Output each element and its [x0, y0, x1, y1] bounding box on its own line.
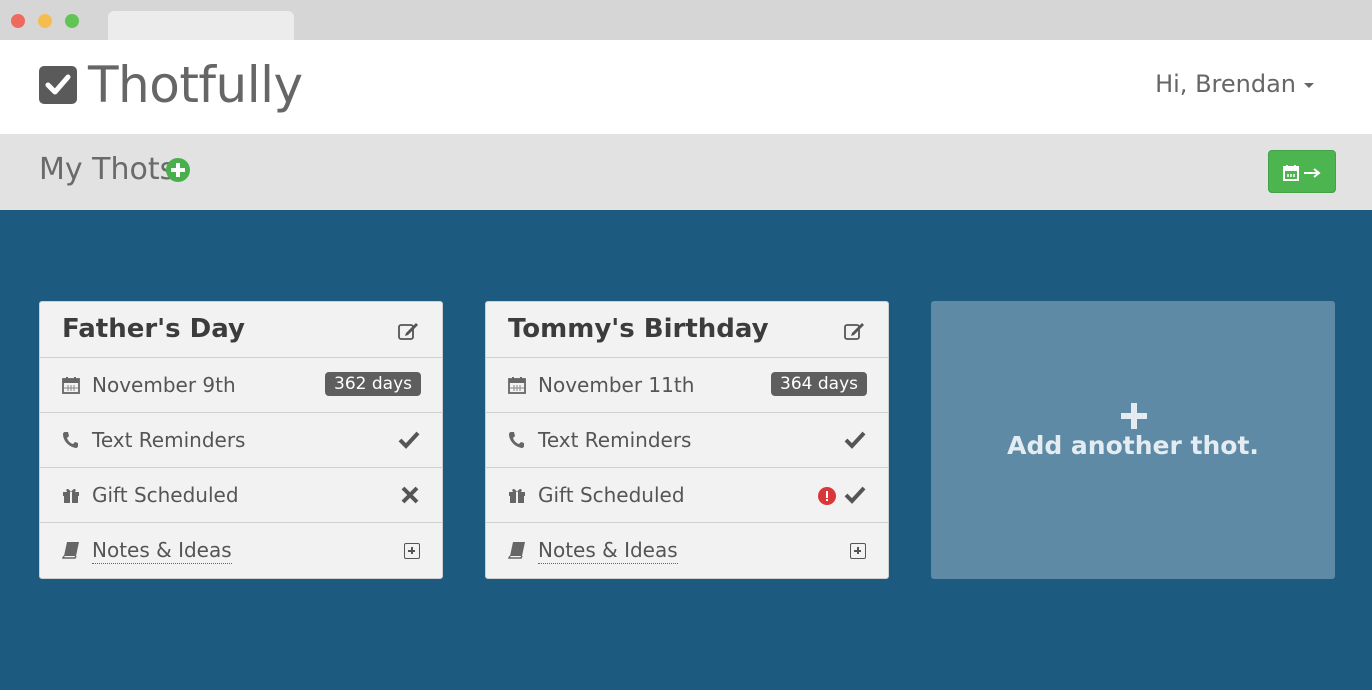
close-window-button[interactable] — [11, 14, 25, 28]
maximize-window-button[interactable] — [65, 14, 79, 28]
gift-label: Gift Scheduled — [538, 483, 685, 507]
phone-icon — [63, 432, 78, 448]
notes-row[interactable]: Notes & Ideas — [40, 523, 442, 578]
thot-title: Tommy's Birthday — [508, 314, 769, 344]
reminders-label: Text Reminders — [92, 428, 246, 452]
date-row: November 9th 362 days — [40, 358, 442, 413]
reminders-row[interactable]: Text Reminders — [40, 413, 442, 468]
add-thot-button[interactable]: Add another thot. — [931, 301, 1335, 579]
chevron-down-icon — [1304, 82, 1314, 88]
check-icon[interactable] — [844, 430, 866, 450]
notes-link[interactable]: Notes & Ideas — [92, 538, 232, 564]
app-logo-text[interactable]: Thotfully — [88, 56, 303, 114]
gift-row[interactable]: Gift Scheduled — [40, 468, 442, 523]
plus-square-icon[interactable] — [404, 543, 420, 559]
user-menu[interactable]: Hi, Brendan — [1155, 70, 1314, 98]
add-thot-label: Add another thot. — [1007, 431, 1259, 460]
edit-icon[interactable] — [844, 321, 866, 341]
app-header: Thotfully Hi, Brendan — [0, 40, 1372, 134]
check-icon[interactable] — [398, 430, 420, 450]
thot-card: Tommy's Birthday November 11th 364 days … — [485, 301, 889, 579]
phone-icon — [509, 432, 524, 448]
exclamation-circle-icon[interactable] — [818, 487, 836, 505]
thot-date: November 9th — [92, 373, 236, 397]
gift-label: Gift Scheduled — [92, 483, 239, 507]
gift-icon — [509, 488, 525, 503]
thot-date: November 11th — [538, 373, 695, 397]
minimize-window-button[interactable] — [38, 14, 52, 28]
reminders-row[interactable]: Text Reminders — [486, 413, 888, 468]
thot-card: Father's Day November 9th 362 days Text … — [39, 301, 443, 579]
page-toolbar: My Thots — [0, 134, 1372, 210]
user-greeting: Hi, Brendan — [1155, 70, 1296, 98]
checkbox-icon — [39, 66, 77, 104]
date-row: November 11th 364 days — [486, 358, 888, 413]
book-icon — [62, 542, 79, 559]
reminders-label: Text Reminders — [538, 428, 692, 452]
page-title: My Thots — [39, 152, 176, 187]
check-icon[interactable] — [844, 485, 866, 505]
calendar-arrow-icon — [1283, 165, 1321, 181]
browser-chrome — [0, 0, 1372, 40]
browser-tab[interactable] — [108, 11, 294, 40]
calendar-icon — [508, 377, 526, 394]
notes-row[interactable]: Notes & Ideas — [486, 523, 888, 578]
export-calendar-button[interactable] — [1268, 150, 1336, 193]
x-icon[interactable] — [400, 485, 420, 505]
days-left-badge: 362 days — [325, 372, 421, 396]
days-left-badge: 364 days — [771, 372, 867, 396]
plus-icon — [1121, 403, 1147, 429]
plus-circle-icon[interactable] — [166, 158, 190, 182]
calendar-icon — [62, 377, 80, 394]
gift-icon — [63, 488, 79, 503]
gift-row[interactable]: Gift Scheduled — [486, 468, 888, 523]
edit-icon[interactable] — [398, 321, 420, 341]
notes-link[interactable]: Notes & Ideas — [538, 538, 678, 564]
thot-title: Father's Day — [62, 314, 245, 344]
book-icon — [508, 542, 525, 559]
plus-square-icon[interactable] — [850, 543, 866, 559]
